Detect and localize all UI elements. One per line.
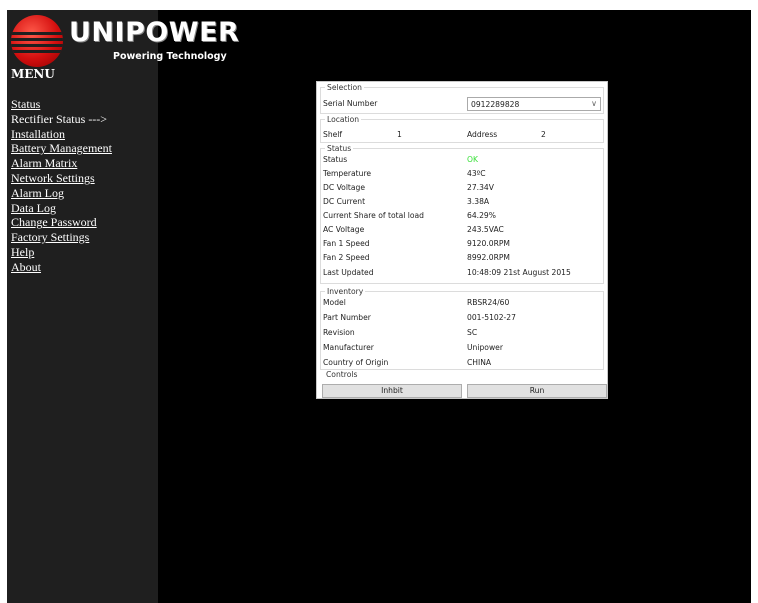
status-legend: Status [325, 144, 354, 153]
fan-1-speed-label: Fan 1 Speed [323, 239, 370, 248]
fan-2-speed-row: Fan 2 Speed 8992.0RPM [321, 251, 605, 265]
logo-wordmark: UNIPOWER [69, 17, 240, 48]
temperature-row: Temperature 43ºC [321, 167, 605, 181]
model-value: RBSR24/60 [467, 298, 510, 307]
inventory-legend: Inventory [325, 287, 366, 296]
ac-voltage-row: AC Voltage 243.5VAC [321, 223, 605, 237]
menu-item-factory-settings[interactable]: Factory Settings [11, 230, 112, 245]
menu-item-battery-management[interactable]: Battery Management [11, 141, 112, 156]
menu-item-installation[interactable]: Installation [11, 127, 112, 142]
menu-list: Status Rectifier Status ---> Installatio… [11, 97, 112, 275]
menu-item-status[interactable]: Status [11, 97, 112, 112]
shelf-value: 1 [397, 130, 402, 139]
menu-item-alarm-matrix[interactable]: Alarm Matrix [11, 156, 112, 171]
status-section: Status Status OK Temperature 43ºC DC Vol… [320, 144, 605, 284]
selection-section: Selection Serial Number 0912289828 ∨ [320, 83, 604, 114]
current-share-row: Current Share of total load 64.29% [321, 209, 605, 223]
last-updated-value: 10:48:09 21st August 2015 [467, 268, 571, 277]
menu-item-data-log[interactable]: Data Log [11, 201, 112, 216]
run-button[interactable]: Run [467, 384, 607, 398]
serial-number-label: Serial Number [323, 99, 378, 108]
revision-row: Revision SC [321, 326, 605, 340]
last-updated-label: Last Updated [323, 268, 374, 277]
menu-heading: MENU [11, 67, 55, 81]
last-updated-row: Last Updated 10:48:09 21st August 2015 [321, 266, 605, 280]
rectifier-status-panel: Selection Serial Number 0912289828 ∨ Loc… [316, 81, 608, 399]
dc-current-value: 3.38A [467, 197, 490, 206]
dc-voltage-value: 27.34V [467, 183, 494, 192]
dc-voltage-label: DC Voltage [323, 183, 366, 192]
controls-legend: Controls [324, 370, 360, 379]
current-share-label: Current Share of total load [323, 211, 425, 220]
dc-voltage-row: DC Voltage 27.34V [321, 181, 605, 195]
inhibit-button[interactable]: Inhbit [322, 384, 462, 398]
dc-current-label: DC Current [323, 197, 366, 206]
logo-globe-icon [11, 15, 63, 67]
sidebar: UNIPOWER Powering Technology MENU Status… [7, 10, 239, 603]
menu-item-change-password[interactable]: Change Password [11, 215, 112, 230]
address-value: 2 [541, 130, 546, 139]
serial-number-value: 0912289828 [471, 100, 520, 109]
country-of-origin-label: Country of Origin [323, 358, 389, 367]
manufacturer-label: Manufacturer [323, 343, 374, 352]
status-row-value: OK [467, 155, 478, 164]
menu-item-about[interactable]: About [11, 260, 112, 275]
menu-item-help[interactable]: Help [11, 245, 112, 260]
serial-number-select[interactable]: 0912289828 ∨ [467, 97, 601, 111]
menu-item-rectifier-status[interactable]: Rectifier Status ---> [11, 112, 112, 127]
fan-1-speed-value: 9120.0RPM [467, 239, 510, 248]
app-frame: UNIPOWER Powering Technology MENU Status… [7, 10, 751, 603]
part-number-row: Part Number 001-5102-27 [321, 311, 605, 325]
menu-item-alarm-log[interactable]: Alarm Log [11, 186, 112, 201]
country-of-origin-row: Country of Origin CHINA [321, 356, 605, 370]
menu-item-network-settings[interactable]: Network Settings [11, 171, 112, 186]
unipower-logo: UNIPOWER Powering Technology [7, 10, 239, 68]
part-number-label: Part Number [323, 313, 371, 322]
temperature-value: 43ºC [467, 169, 486, 178]
shelf-label: Shelf [323, 130, 343, 139]
country-of-origin-value: CHINA [467, 358, 492, 367]
selection-legend: Selection [325, 83, 364, 92]
inventory-section: Inventory Model RBSR24/60 Part Number 00… [320, 287, 605, 370]
location-section: Location Shelf 1 Address 2 [320, 115, 605, 143]
fan-1-speed-row: Fan 1 Speed 9120.0RPM [321, 237, 605, 251]
temperature-label: Temperature [323, 169, 372, 178]
address-label: Address [467, 130, 498, 139]
ac-voltage-value: 243.5VAC [467, 225, 504, 234]
status-row-label: Status [323, 155, 348, 164]
current-share-value: 64.29% [467, 211, 496, 220]
controls-section: Controls Inhbit Run [320, 370, 607, 398]
logo-tagline: Powering Technology [113, 51, 227, 62]
status-row: Status OK [321, 153, 605, 167]
fan-2-speed-value: 8992.0RPM [467, 253, 510, 262]
fan-2-speed-label: Fan 2 Speed [323, 253, 370, 262]
model-row: Model RBSR24/60 [321, 296, 605, 310]
model-label: Model [323, 298, 346, 307]
location-row: Shelf 1 Address 2 [321, 128, 605, 142]
dc-current-row: DC Current 3.38A [321, 195, 605, 209]
part-number-value: 001-5102-27 [467, 313, 516, 322]
ac-voltage-label: AC Voltage [323, 225, 365, 234]
manufacturer-row: Manufacturer Unipower [321, 341, 605, 355]
revision-label: Revision [323, 328, 355, 337]
location-legend: Location [325, 115, 362, 124]
manufacturer-value: Unipower [467, 343, 503, 352]
revision-value: SC [467, 328, 478, 337]
chevron-down-icon: ∨ [591, 99, 597, 108]
